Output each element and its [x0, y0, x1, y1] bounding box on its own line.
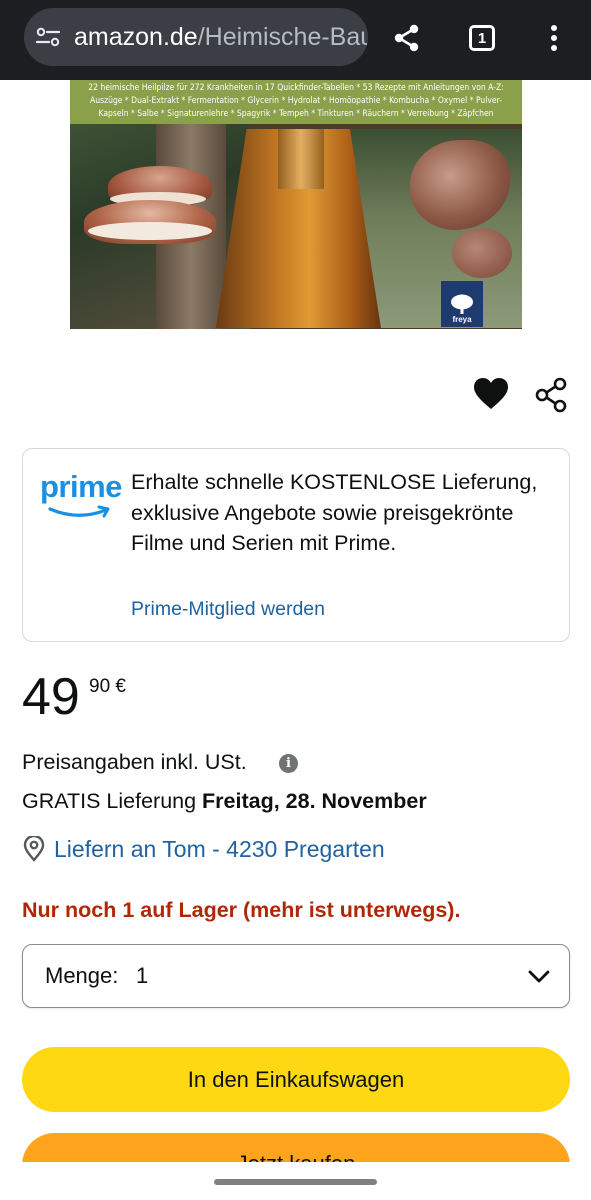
site-settings-icon[interactable] [36, 27, 60, 47]
tabs-icon: 1 [469, 25, 495, 51]
chevron-down-icon [528, 970, 550, 983]
url-domain: amazon.de [74, 23, 198, 51]
share-icon [394, 24, 419, 52]
price-whole: 49 [22, 668, 80, 726]
delivery-prefix: GRATIS Lieferung [22, 789, 203, 813]
browser-toolbar: amazon.de/Heimische-Bau 1 [0, 0, 591, 80]
prime-logo: prime [40, 469, 122, 519]
share-button[interactable] [387, 18, 427, 58]
location-pin-icon[interactable] [22, 836, 46, 862]
url-text[interactable]: amazon.de/Heimische-Bau [74, 8, 368, 66]
cover-line: Auszüge * Dual-Extrakt * Fermentation * … [90, 96, 502, 106]
share-icon[interactable] [534, 377, 570, 413]
cover-bottle-neck [278, 129, 324, 189]
add-to-cart-button[interactable]: In den Einkaufswagen [22, 1047, 570, 1112]
info-icon[interactable]: i [279, 754, 298, 773]
prime-signup-link[interactable]: Prime-Mitglied werden [131, 598, 325, 621]
price-fraction: 90 € [89, 676, 126, 697]
more-vert-icon [551, 25, 557, 51]
cover-line: 22 heimische Heilpilze für 272 Krankheit… [88, 83, 504, 93]
quantity-select[interactable]: Menge: 1 [22, 944, 570, 1008]
prime-message: Erhalte schnelle KOSTENLOSE Lieferung, e… [131, 470, 538, 555]
prime-smile-icon [48, 505, 110, 518]
delivery-info: GRATIS Lieferung Freitag, 28. November [22, 789, 427, 814]
vat-note: Preisangaben inkl. USt. [22, 750, 247, 774]
heart-icon[interactable] [473, 377, 509, 411]
delivery-date: Freitag, 28. November [202, 789, 427, 813]
stock-status: Nur noch 1 auf Lager (mehr ist unterwegs… [22, 898, 461, 922]
quantity-value: 1 [136, 963, 149, 988]
prime-promo-card: prime Erhalte schnelle KOSTENLOSE Liefer… [22, 448, 570, 642]
url-path: /Heimische-Bau [197, 23, 368, 51]
publisher-logo: freya [441, 281, 483, 327]
address-bar[interactable]: amazon.de/Heimische-Bau [24, 8, 368, 66]
prime-logo-text: prime [40, 469, 122, 504]
publisher-name: freya [452, 315, 472, 324]
cover-fungus [452, 228, 512, 278]
tabs-button[interactable]: 1 [462, 18, 502, 58]
delivery-location-link[interactable]: Liefern an Tom - 4230 Pregarten [54, 836, 385, 863]
cover-fungus-underside [88, 222, 212, 240]
cover-line: Kapseln * Salbe * Signaturenlehre * Spag… [98, 109, 494, 119]
quantity-label: Menge: [45, 963, 119, 988]
more-menu-button[interactable] [534, 18, 574, 58]
cover-text-band: 22 heimische Heilpilze für 272 Krankheit… [70, 80, 522, 124]
gesture-home-bar[interactable] [214, 1179, 377, 1185]
tree-icon [451, 294, 473, 314]
